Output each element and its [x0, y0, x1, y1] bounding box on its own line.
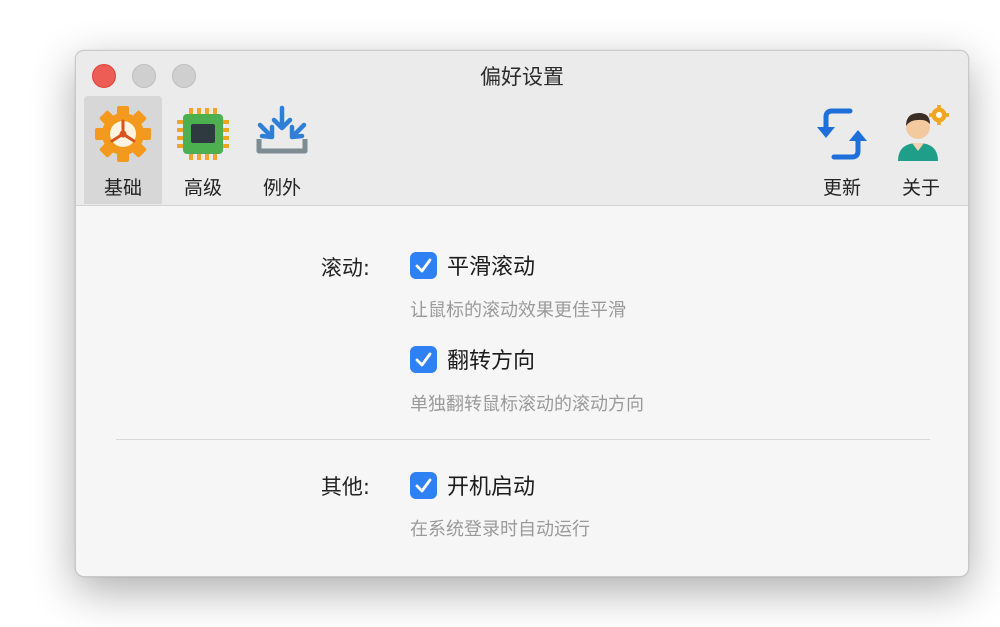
toolbar-item-label: 基础	[103, 177, 142, 199]
checkmark-icon	[415, 478, 432, 492]
reverse-direction-option[interactable]: 翻转方向	[410, 343, 535, 375]
section-label-other: 其他:	[320, 475, 370, 499]
toolbar-item-exceptions[interactable]: 例外	[243, 96, 321, 204]
window-title: 偏好设置	[480, 65, 564, 89]
launch-at-login-description: 在系统登录时自动运行	[410, 519, 590, 540]
section-label-scrolling: 滚动:	[320, 256, 370, 280]
launch-at-login-option[interactable]: 开机启动	[410, 469, 535, 501]
toolbar-item-basic[interactable]: 基础	[84, 96, 162, 204]
section-divider	[116, 439, 930, 440]
inbox-arrows-icon	[252, 104, 312, 164]
smooth-scrolling-checkbox[interactable]	[410, 251, 437, 279]
reverse-direction-label: 翻转方向	[447, 349, 536, 374]
launch-at-login-label: 开机启动	[447, 475, 536, 500]
reverse-direction-checkbox[interactable]	[410, 345, 437, 373]
toolbar-item-label: 关于	[901, 177, 940, 199]
checkmark-icon	[415, 258, 432, 272]
toolbar-item-label: 例外	[262, 177, 301, 199]
gear-icon	[93, 104, 153, 164]
preferences-window: 偏好设置 基础 高级 例外 更新 关于 滚动: 平滑滚动 让鼠标的滚动效果更佳平…	[75, 50, 969, 577]
smooth-scrolling-description: 让鼠标的滚动效果更佳平滑	[410, 300, 626, 321]
smooth-scrolling-option[interactable]: 平滑滚动	[410, 249, 535, 281]
toolbar-item-about[interactable]: 关于	[882, 96, 960, 204]
toolbar-item-label: 高级	[183, 177, 222, 199]
toolbar-item-advanced[interactable]: 高级	[164, 96, 242, 204]
toolbar-item-label: 更新	[822, 177, 861, 199]
checkmark-icon	[415, 352, 432, 366]
reverse-direction-description: 单独翻转鼠标滚动的滚动方向	[410, 394, 644, 415]
smooth-scrolling-label: 平滑滚动	[447, 255, 536, 280]
titlebar-toolbar: 偏好设置 基础 高级 例外 更新 关于	[76, 51, 968, 206]
chip-icon	[173, 104, 233, 164]
refresh-icon	[812, 104, 872, 164]
toolbar-item-update[interactable]: 更新	[803, 96, 881, 204]
person-gear-icon	[891, 104, 951, 164]
launch-at-login-checkbox[interactable]	[410, 471, 437, 499]
